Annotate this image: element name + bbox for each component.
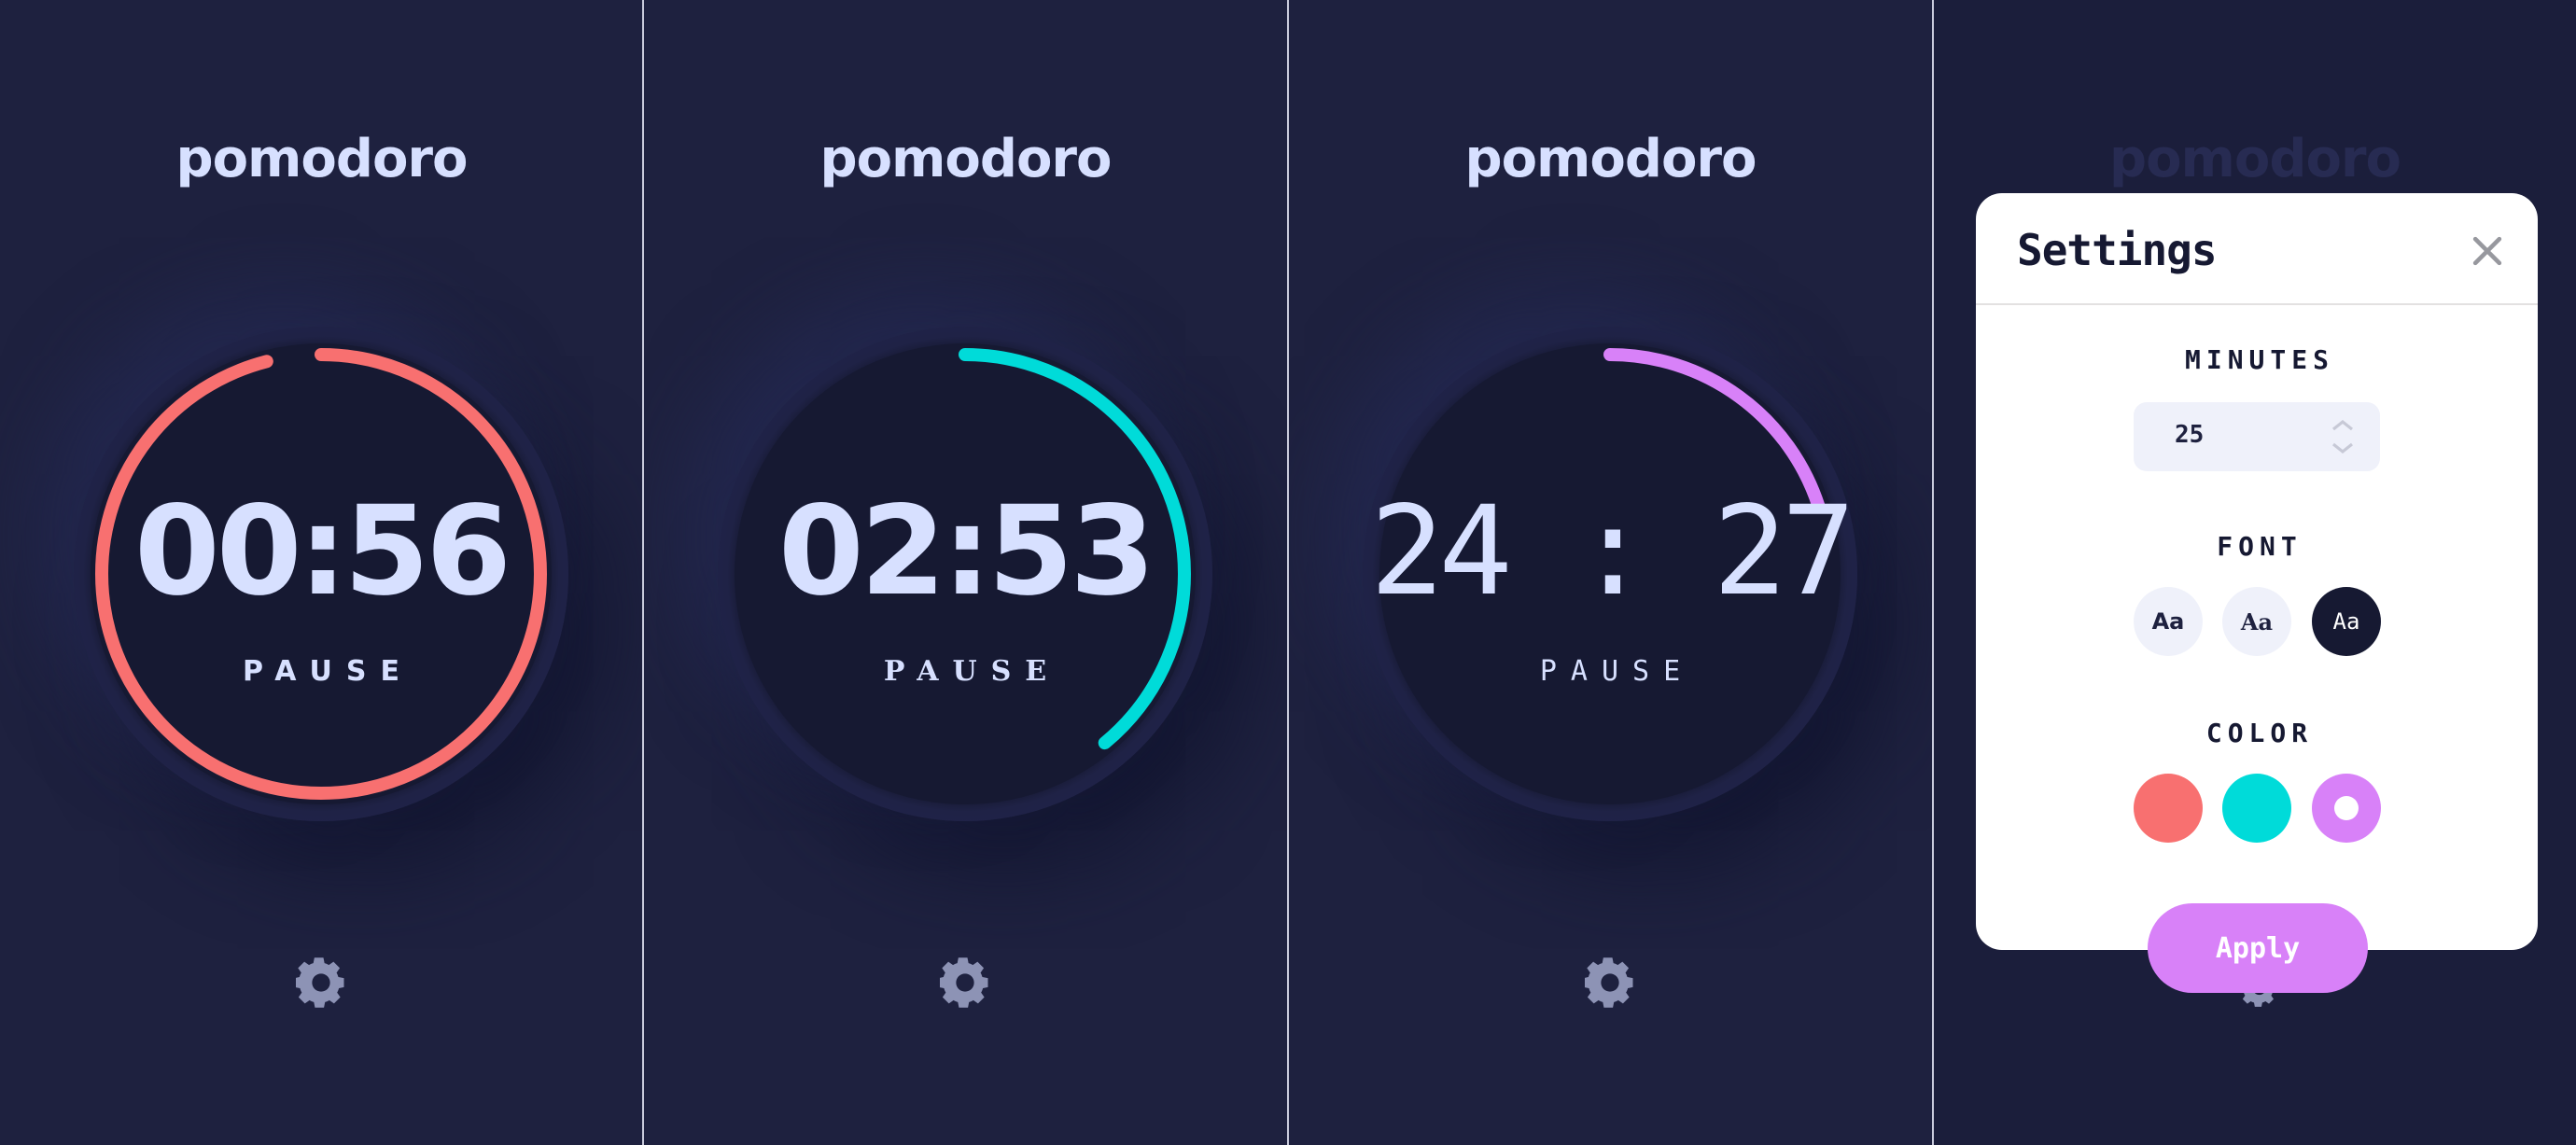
screens: pomodoro 00:56 PAUSE pomodoro 02:53 PAUS…	[0, 0, 2576, 1145]
timer-screen-violet: pomodoro 24 : 27 PAUSE	[1289, 0, 1932, 1145]
color-swatch-red[interactable]	[2134, 774, 2203, 843]
gear-icon-hidden	[2241, 993, 2278, 1008]
font-option-mono[interactable]: Aa	[2312, 587, 2381, 656]
color-swatch-violet[interactable]	[2312, 774, 2381, 843]
color-label: COLOR	[2205, 718, 2314, 748]
font-option-sans[interactable]: Aa	[2134, 587, 2203, 656]
settings-title: Settings	[2017, 225, 2218, 275]
timer-display: 00:56	[133, 480, 511, 623]
timer-screen-cyan: pomodoro 02:53 PAUSE	[644, 0, 1287, 1145]
color-swatch-cyan[interactable]	[2222, 774, 2291, 843]
close-icon[interactable]	[2471, 234, 2504, 268]
timer-display: 24 : 27	[1369, 480, 1855, 623]
timer-display: 02:53	[777, 480, 1155, 623]
pause-button[interactable]: PAUSE	[1363, 655, 1857, 688]
timer-dial[interactable]: 02:53 PAUSE	[718, 327, 1212, 821]
settings-modal: Settings MINUTES 25 FONT Aa Aa Aa COLOR	[1976, 193, 2538, 950]
selected-dot-icon	[2334, 796, 2359, 820]
font-option-label: Aa	[2151, 608, 2185, 635]
pause-button[interactable]: PAUSE	[718, 655, 1212, 688]
minutes-value: 25	[2175, 421, 2205, 449]
font-option-serif[interactable]: Aa	[2222, 587, 2291, 656]
timer-dial[interactable]: 24 : 27 PAUSE	[1363, 327, 1857, 821]
gear-icon[interactable]	[1583, 957, 1635, 1008]
minutes-label: MINUTES	[2184, 344, 2334, 375]
timer-screen-red: pomodoro 00:56 PAUSE	[0, 0, 643, 1145]
apply-button[interactable]: Apply	[2148, 903, 2368, 993]
brand-title: pomodoro	[1464, 129, 1757, 189]
brand-title: pomodoro	[175, 129, 468, 189]
brand-title: pomodoro	[819, 129, 1112, 189]
gear-icon[interactable]	[938, 957, 990, 1008]
font-label: FONT	[2217, 531, 2303, 562]
brand-title-dimmed: pomodoro	[2108, 129, 2401, 189]
stepper-icon[interactable]	[2330, 415, 2356, 458]
pause-button[interactable]: PAUSE	[74, 655, 568, 688]
modal-divider	[1976, 303, 2538, 305]
gear-icon[interactable]	[294, 957, 346, 1008]
font-option-label: Aa	[2332, 608, 2360, 635]
font-option-label: Aa	[2240, 607, 2274, 635]
timer-dial[interactable]: 00:56 PAUSE	[74, 327, 568, 821]
minutes-input[interactable]: 25	[2134, 402, 2380, 471]
